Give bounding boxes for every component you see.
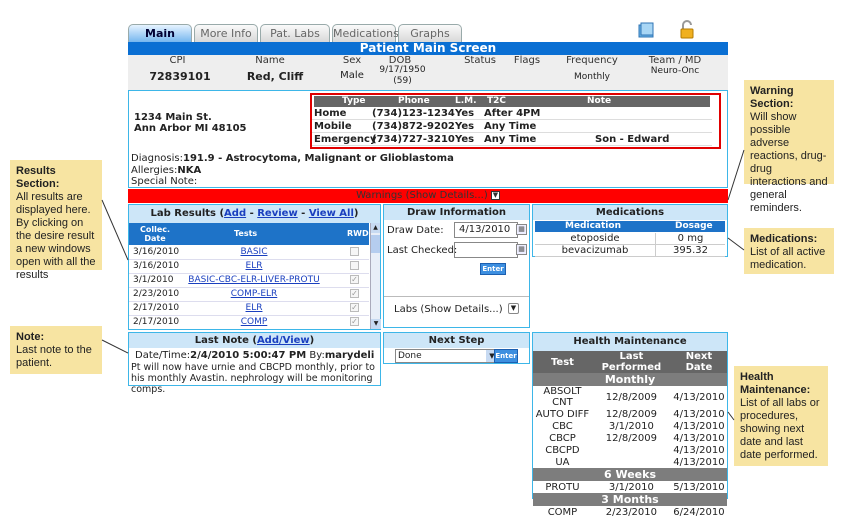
callout-connectors [101,149,745,421]
